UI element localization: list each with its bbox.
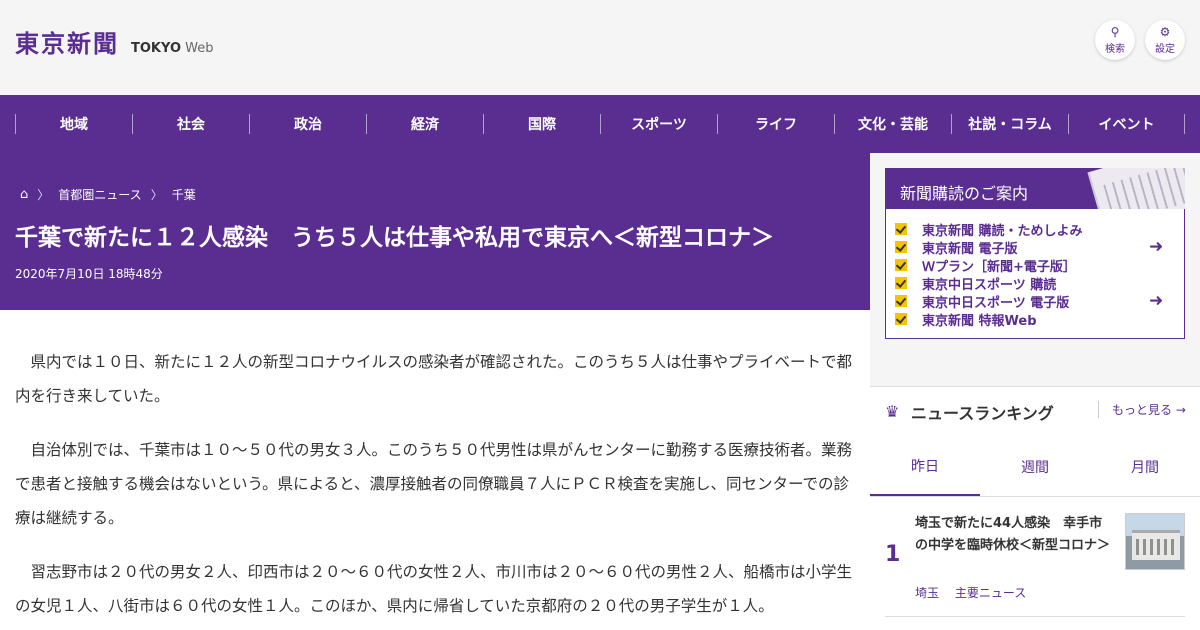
ranking-thumbnail[interactable] <box>1125 513 1185 570</box>
article-paragraph: 自治体別では、千葉市は１０～５０代の男女３人。このうち５０代男性は県がんセンター… <box>15 441 853 527</box>
divider <box>885 616 1185 617</box>
logo-en: TOKYO Web <box>131 41 214 56</box>
subscription-link[interactable]: 東京新聞 電子版 <box>895 238 1083 257</box>
home-icon[interactable]: ⌂ <box>20 187 28 202</box>
tag-link[interactable]: 埼玉 <box>915 586 939 600</box>
checkbox-icon <box>895 277 907 289</box>
tab-monthly[interactable]: 月間 <box>1090 438 1200 496</box>
nav-item-international[interactable]: 国際 <box>483 114 600 134</box>
tab-weekly[interactable]: 週間 <box>980 438 1090 496</box>
site-logo[interactable]: 東京新聞 TOKYO Web <box>15 24 213 59</box>
gear-icon: ⚙ <box>1159 24 1171 39</box>
ranking-title: ニュースランキング <box>911 404 1054 423</box>
logo-jp: 東京新聞 <box>15 29 119 58</box>
nav-item-politics[interactable]: 政治 <box>249 114 366 134</box>
nav-item-society[interactable]: 社会 <box>132 114 249 134</box>
login-icon[interactable]: ➜ <box>1149 237 1163 257</box>
nav-item-economy[interactable]: 経済 <box>366 114 483 134</box>
breadcrumb-item-chiba[interactable]: 千葉 <box>172 186 196 203</box>
search-icon: ⚲ <box>1110 24 1120 39</box>
nav-item-editorial[interactable]: 社説・コラム <box>951 114 1068 134</box>
breadcrumb-item-metro[interactable]: 首都圏ニュース <box>58 186 141 203</box>
ranking-tabs: 昨日 週間 月間 <box>870 438 1200 497</box>
checkbox-icon <box>895 223 907 235</box>
login-icon[interactable]: ➜ <box>1149 291 1163 311</box>
subscription-link[interactable]: Ｗプラン［新聞+電子版］ <box>895 256 1083 275</box>
breadcrumb-separator: 〉 <box>150 188 163 202</box>
main-nav: 地域 社会 政治 経済 国際 スポーツ ライフ 文化・芸能 社説・コラム イベン… <box>0 95 1200 153</box>
site-header: 東京新聞 TOKYO Web ⚲ 検索 ⚙ 設定 <box>0 0 1200 95</box>
rank-number: 1 <box>885 542 901 567</box>
article-title: 千葉で新たに１２人感染 うち５人は仕事や私用で東京へ＜新型コロナ＞ <box>15 225 774 251</box>
breadcrumb-separator: 〉 <box>37 188 50 202</box>
breadcrumb: ⌂ 〉 首都圏ニュース 〉 千葉 <box>20 186 196 203</box>
article-paragraph: 習志野市は２０代の男女２人、印西市は２０～６０代の女性２人、市川市は２０～６０代… <box>15 563 853 615</box>
subscription-link[interactable]: 東京新聞 特報Web <box>895 310 1083 329</box>
search-button[interactable]: ⚲ 検索 <box>1095 20 1135 60</box>
subscription-link[interactable]: 東京新聞 購読・ためしよみ <box>895 220 1083 239</box>
nav-item-life[interactable]: ライフ <box>717 114 834 134</box>
subscription-link[interactable]: 東京中日スポーツ 電子版 <box>895 292 1083 311</box>
newspaper-image <box>1085 168 1185 209</box>
tab-yesterday[interactable]: 昨日 <box>870 438 980 496</box>
nav-item-culture[interactable]: 文化・芸能 <box>834 114 951 134</box>
tag-link[interactable]: 主要ニュース <box>955 586 1026 600</box>
subscription-list: 東京新聞 購読・ためしよみ 東京新聞 電子版 Ｗプラン［新聞+電子版］ 東京中日… <box>895 220 1083 329</box>
checkbox-icon <box>895 295 907 307</box>
subscription-link[interactable]: 東京中日スポーツ 購読 <box>895 274 1083 293</box>
subscription-title: 新聞購読のご案内 <box>900 184 1029 203</box>
article-date: 2020年7月10日 18時48分 <box>15 267 163 281</box>
more-link[interactable]: もっと見る → <box>1098 401 1186 418</box>
ranking-header: ♛ ニュースランキング <box>885 400 1054 424</box>
ranking-article-link[interactable]: 埼玉で新たに44人感染 幸手市の中学を臨時休校＜新型コロナ＞ <box>915 513 1115 557</box>
checkbox-icon <box>895 241 907 253</box>
crown-icon: ♛ <box>885 402 900 421</box>
nav-item-region[interactable]: 地域 <box>15 114 132 134</box>
checkbox-icon <box>895 259 907 271</box>
search-label: 検索 <box>1105 43 1125 55</box>
checkbox-icon <box>895 313 907 325</box>
settings-button[interactable]: ⚙ 設定 <box>1145 20 1185 60</box>
settings-label: 設定 <box>1155 43 1175 55</box>
nav-item-events[interactable]: イベント <box>1068 114 1185 134</box>
nav-item-sports[interactable]: スポーツ <box>600 114 717 134</box>
ranking-tags: 埼玉 主要ニュース <box>915 584 1038 601</box>
arrow-right-icon: → <box>1175 403 1186 417</box>
article-paragraph: 県内では１０日、新たに１２人の新型コロナウイルスの感染者が確認された。このうち５… <box>15 353 853 405</box>
